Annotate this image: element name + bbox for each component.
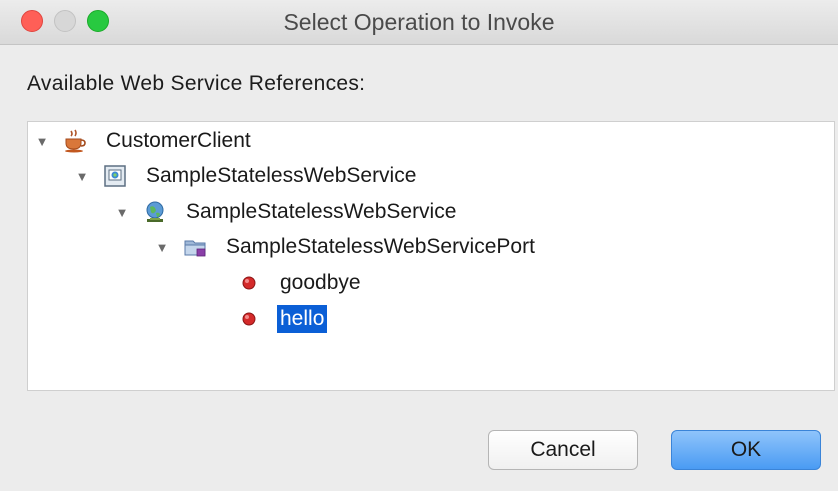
dialog-window: Select Operation to Invoke Available Web… [0,0,838,491]
java-cup-icon [63,129,87,153]
section-label: Available Web Service References: [27,72,366,95]
expand-toggle-icon[interactable]: ▼ [33,125,51,157]
service-reference-tree[interactable]: ▼ CustomerClient ▼ SampleStatelessWebSer… [27,121,835,391]
operation-red-dot-icon [237,307,261,331]
globe-service-icon [143,200,167,224]
tree-node-label: SampleStatelessWebService [146,164,417,187]
tree-node-customer-client[interactable]: ▼ CustomerClient [33,125,254,157]
tree-node-label: SampleStatelessWebServicePort [226,235,535,258]
cancel-button[interactable]: Cancel [488,430,638,470]
selected-tree-node-label: hello [277,305,328,333]
tree-node-label: goodbye [280,271,361,294]
expand-toggle-icon[interactable]: ▼ [153,231,171,263]
web-service-client-icon [103,164,127,188]
window-title: Select Operation to Invoke [283,9,555,35]
tree-node-operation-goodbye[interactable]: goodbye [237,267,364,299]
folder-port-icon [183,235,207,259]
tree-node-service-port[interactable]: ▼ SampleStatelessWebServicePort [153,231,538,263]
expand-toggle-icon[interactable]: ▼ [113,196,131,228]
tree-node-web-service[interactable]: ▼ SampleStatelessWebService [113,196,459,228]
tree-node-web-service-client[interactable]: ▼ SampleStatelessWebService [73,160,419,192]
tree-node-label: CustomerClient [106,129,251,152]
operation-red-dot-icon [237,271,261,295]
tree-node-operation-hello[interactable]: hello [237,303,328,335]
expand-toggle-icon[interactable]: ▼ [73,160,91,192]
title-bar: Select Operation to Invoke [0,0,838,45]
ok-button[interactable]: OK [671,430,821,470]
tree-node-label: SampleStatelessWebService [186,200,457,223]
